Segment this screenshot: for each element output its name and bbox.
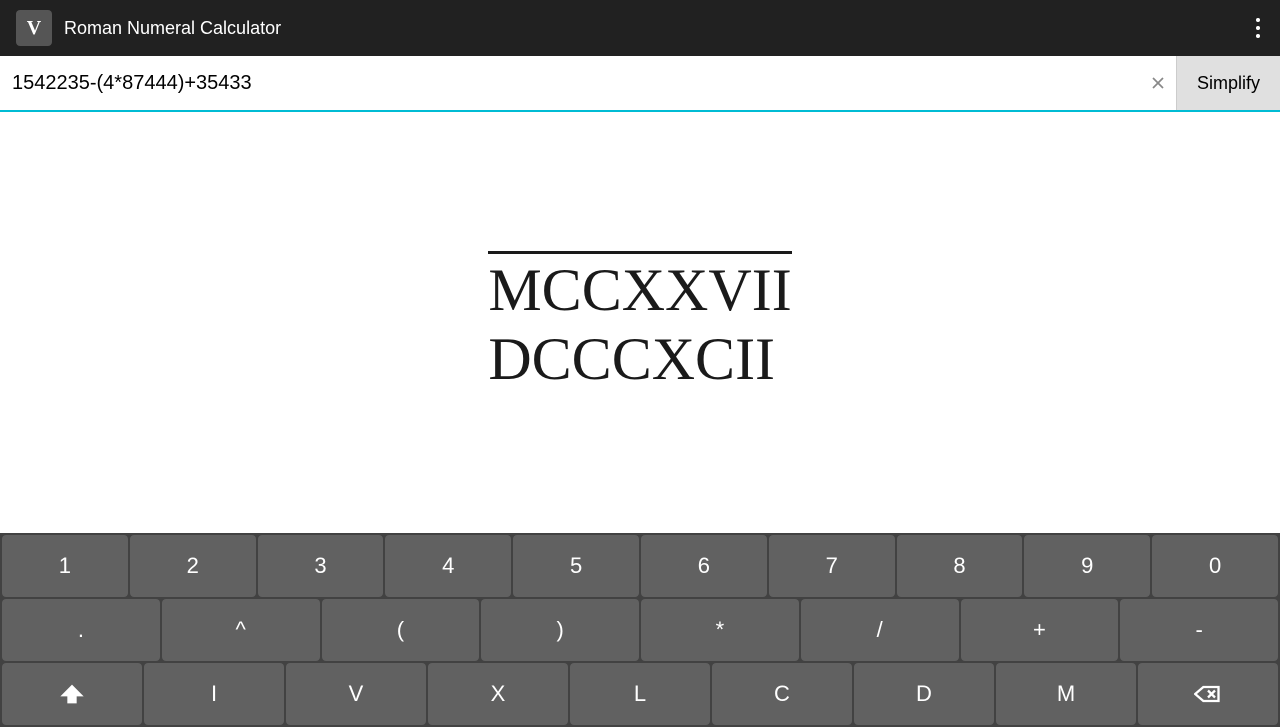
key-symbol-/[interactable]: /: [801, 599, 959, 661]
key-roman-C[interactable]: C: [712, 663, 852, 725]
input-bar: Simplify: [0, 56, 1280, 112]
roman-row: IVXLCDM: [0, 662, 1280, 727]
key-5[interactable]: 5: [513, 535, 639, 597]
key-4[interactable]: 4: [385, 535, 511, 597]
key-roman-X[interactable]: X: [428, 663, 568, 725]
key-7[interactable]: 7: [769, 535, 895, 597]
result-area: MCCXXVIIDCCCXCII: [0, 112, 1280, 533]
key-symbol-.[interactable]: .: [2, 599, 160, 661]
clear-button[interactable]: [1140, 65, 1176, 101]
backspace-key[interactable]: [1138, 663, 1278, 725]
key-symbol-)[interactable]: ): [481, 599, 639, 661]
key-symbol--[interactable]: -: [1120, 599, 1278, 661]
title-bar: V Roman Numeral Calculator: [0, 0, 1280, 56]
simplify-button[interactable]: Simplify: [1176, 56, 1280, 110]
key-9[interactable]: 9: [1024, 535, 1150, 597]
keyboard: 1234567890 .^()*/+- IVXLCDM: [0, 533, 1280, 727]
roman-numeral-result: MCCXXVIIDCCCXCII: [488, 251, 791, 394]
key-roman-L[interactable]: L: [570, 663, 710, 725]
key-3[interactable]: 3: [258, 535, 384, 597]
app-logo: V: [16, 10, 52, 46]
overline-roman: MCCXXVII: [488, 251, 791, 325]
key-roman-D[interactable]: D: [854, 663, 994, 725]
key-2[interactable]: 2: [130, 535, 256, 597]
key-roman-V[interactable]: V: [286, 663, 426, 725]
key-6[interactable]: 6: [641, 535, 767, 597]
key-symbol-^[interactable]: ^: [162, 599, 320, 661]
title-left: V Roman Numeral Calculator: [16, 10, 281, 46]
menu-dots-button[interactable]: [1252, 14, 1264, 42]
normal-roman: DCCCXCII: [488, 325, 775, 394]
app-title: Roman Numeral Calculator: [64, 18, 281, 39]
number-row: 1234567890: [0, 533, 1280, 598]
key-8[interactable]: 8: [897, 535, 1023, 597]
key-symbol-([interactable]: (: [322, 599, 480, 661]
key-0[interactable]: 0: [1152, 535, 1278, 597]
key-symbol-+[interactable]: +: [961, 599, 1119, 661]
symbol-row: .^()*/+-: [0, 598, 1280, 662]
expression-input[interactable]: [0, 56, 1140, 110]
key-roman-I[interactable]: I: [144, 663, 284, 725]
key-1[interactable]: 1: [2, 535, 128, 597]
key-symbol-*[interactable]: *: [641, 599, 799, 661]
shift-key[interactable]: [2, 663, 142, 725]
key-roman-M[interactable]: M: [996, 663, 1136, 725]
